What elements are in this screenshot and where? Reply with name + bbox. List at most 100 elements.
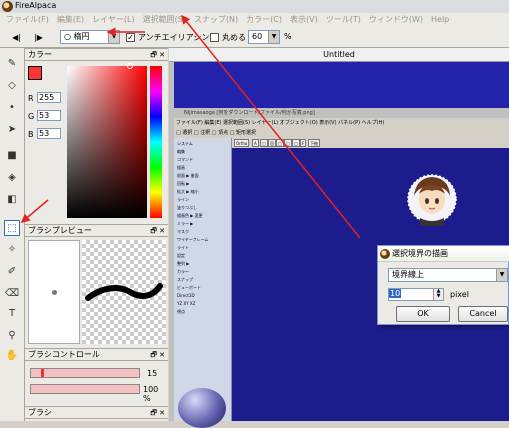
brush-size-handle[interactable] <box>41 369 44 377</box>
select-pen-icon[interactable]: ✐ <box>4 264 20 280</box>
brush-dot <box>52 290 57 295</box>
next-icon[interactable]: |▶ <box>32 31 45 44</box>
panel-controls-icon[interactable]: 🗗 ✕ <box>150 225 165 237</box>
firealpaca-logo-icon <box>380 249 390 259</box>
chevron-down-icon[interactable]: ▼ <box>268 31 279 43</box>
g-input[interactable]: 53 <box>37 110 61 121</box>
brush-control-panel: ブラシコントロール 🗗 ✕ 15 100 % <box>25 348 168 406</box>
inner-side-row: 拡大 ▶ 縮小 <box>177 189 199 194</box>
character-circle-icon <box>407 174 457 226</box>
move-icon[interactable]: ➤ <box>4 122 20 138</box>
previous-icon[interactable]: ◀| <box>10 31 23 44</box>
inner-side-row: マスク <box>177 229 189 234</box>
inner-side-row: スナップ <box>177 277 193 282</box>
brush-preview-panel: ブラシプレビュー 🗗 ✕ <box>25 224 168 348</box>
inner-tab: 回 <box>268 139 276 147</box>
brush-stroke-preview <box>82 240 166 344</box>
document-tab[interactable]: Untitled <box>169 48 509 62</box>
border-width-input[interactable]: 10 ▲ ▼ <box>388 288 444 301</box>
g-label: G <box>28 112 35 121</box>
window-title: FireAlpaca <box>15 1 57 10</box>
ok-button[interactable]: OK <box>396 306 450 322</box>
select-eraser-icon[interactable]: ⌫ <box>4 286 20 302</box>
picker-cursor[interactable] <box>127 63 133 69</box>
inner-tab: □ <box>260 139 268 147</box>
inner-tab: □ <box>292 139 300 147</box>
chevron-down-icon[interactable]: ▼ <box>108 31 119 43</box>
cancel-button[interactable]: Cancel <box>458 306 508 322</box>
inner-side-row: ライン <box>177 197 189 202</box>
round-select[interactable]: 60 ▼ <box>248 30 280 44</box>
sphere-preview-icon <box>178 388 226 428</box>
brush-opacity-value: 100 % <box>143 385 159 403</box>
inner-side-panel: システム 編集 コマンド 描画 前面 ▶ 後面 回転 ▶ 拡大 ▶ 縮小 ライン… <box>174 138 232 428</box>
menu-file[interactable]: ファイル(F) <box>6 14 49 25</box>
menu-snap[interactable]: スナップ(N) <box>194 14 238 25</box>
chevron-down-icon[interactable]: ▼ <box>496 269 507 281</box>
inner-side-row: カラー <box>177 269 189 274</box>
brush-size-value: 15 <box>147 369 158 378</box>
inner-side-row: コマンド <box>177 157 193 162</box>
inner-tab: □ <box>276 139 284 147</box>
brush-opacity-slider[interactable] <box>30 384 140 394</box>
panel-controls-icon[interactable]: 🗗 ✕ <box>150 49 165 61</box>
fill-icon[interactable]: ■ <box>4 148 20 164</box>
title-bar: FireAlpaca <box>0 0 509 13</box>
b-label: B <box>28 130 34 139</box>
eraser-icon[interactable]: ◇ <box>4 78 20 94</box>
brush-stroke-icon <box>85 283 163 301</box>
menu-layer[interactable]: レイヤー(L) <box>92 14 134 25</box>
round-unit: % <box>284 32 292 41</box>
pen-icon[interactable]: ✎ <box>4 56 20 72</box>
inner-side-row: 整列 ▶ <box>177 261 190 266</box>
menu-selection[interactable]: 選択範囲(S) <box>143 14 186 25</box>
saturation-value-picker[interactable] <box>67 66 147 218</box>
round-checkbox[interactable] <box>210 33 219 42</box>
inner-title-bar: Nijimasaoga [何をダウンロード/ファイル/何か写真.png] <box>174 108 509 118</box>
select-rect-icon[interactable]: ⬚ <box>4 220 20 236</box>
selection-border-dialog: 選択境界の描画 境界線上 ▼ 10 ▲ ▼ pixel OK Cancel <box>377 245 509 325</box>
antialias-checkbox[interactable]: ✓ <box>126 33 135 42</box>
firealpaca-logo-icon <box>2 1 13 12</box>
menu-help[interactable]: Help <box>431 15 449 24</box>
brush-panel-header: ブラシ 🗗 ✕ <box>25 406 168 419</box>
brush-control-title: ブラシコントロール <box>28 350 100 359</box>
panel-controls-icon[interactable]: 🗗 ✕ <box>150 407 165 419</box>
inner-tab: A <box>252 139 259 147</box>
inner-side-row: システム <box>177 141 193 146</box>
menu-edit[interactable]: 編集(E) <box>57 14 84 25</box>
eyedropper-icon[interactable]: ⚲ <box>4 328 20 344</box>
magic-wand-icon[interactable]: ✧ <box>4 242 20 258</box>
inner-side-row: 設定 <box>177 253 185 258</box>
spinner-icon[interactable]: ▲ ▼ <box>433 289 443 300</box>
brush-size-slider[interactable] <box>30 368 140 378</box>
round-label: 丸める <box>222 33 246 42</box>
r-input[interactable]: 255 <box>37 92 61 103</box>
menu-color[interactable]: カラー(C) <box>246 14 282 25</box>
hue-slider[interactable] <box>150 66 162 218</box>
text-icon[interactable]: T <box>4 306 20 322</box>
brush-dot-preview <box>28 240 80 344</box>
inner-tab: 下絵 <box>308 139 320 147</box>
gradient-icon[interactable]: ◧ <box>4 192 20 208</box>
panel-controls-icon[interactable]: 🗗 ✕ <box>150 349 165 361</box>
foreground-color-swatch[interactable] <box>28 66 42 80</box>
inner-side-row: 視点 <box>177 309 185 314</box>
hand-icon[interactable]: ✋ <box>4 348 20 364</box>
menu-bar: ファイル(F) 編集(E) レイヤー(L) 選択範囲(S) スナップ(N) カラ… <box>0 13 509 26</box>
inner-side-row: Direct3D <box>177 293 195 298</box>
inner-side-row: 回転 ▶ <box>177 181 190 186</box>
border-width-unit: pixel <box>450 290 469 299</box>
brush-panel-title: ブラシ <box>28 408 52 417</box>
menu-tool[interactable]: ツール(T) <box>326 14 361 25</box>
menu-view[interactable]: 表示(V) <box>290 14 318 25</box>
shape-select-value: ○ 楕円 <box>64 32 90 41</box>
inner-side-row: 塗りつぶし <box>177 205 198 210</box>
shape-select[interactable]: ○ 楕円 ▼ <box>60 30 120 44</box>
dot-icon[interactable]: • <box>4 100 20 116</box>
border-mode-select[interactable]: 境界線上 ▼ <box>388 268 508 282</box>
b-input[interactable]: 53 <box>37 128 61 139</box>
bucket-icon[interactable]: ◈ <box>4 170 20 186</box>
inner-side-row: ライト <box>177 245 189 250</box>
menu-window[interactable]: ウィンドウ(W) <box>369 14 423 25</box>
